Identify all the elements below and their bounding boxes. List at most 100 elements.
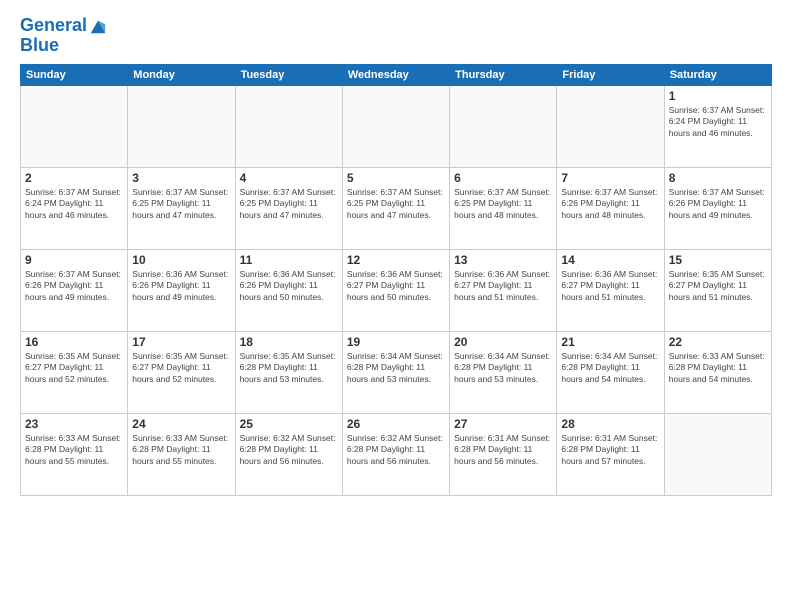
calendar-cell: 25 Sunrise: 6:32 AM Sunset: 6:28 PM Dayli… <box>235 413 342 495</box>
day-number: 27 <box>454 417 552 431</box>
week-row-3: 16 Sunrise: 6:35 AM Sunset: 6:27 PM Dayli… <box>21 331 772 413</box>
calendar-cell <box>235 85 342 167</box>
day-info: Sunrise: 6:35 AM Sunset: 6:27 PM Dayligh… <box>669 269 767 303</box>
day-info: Sunrise: 6:36 AM Sunset: 6:26 PM Dayligh… <box>132 269 230 303</box>
calendar-cell <box>664 413 771 495</box>
calendar-cell <box>21 85 128 167</box>
logo: General Blue <box>20 16 107 56</box>
day-info: Sunrise: 6:31 AM Sunset: 6:28 PM Dayligh… <box>454 433 552 467</box>
calendar-cell: 10 Sunrise: 6:36 AM Sunset: 6:26 PM Dayli… <box>128 249 235 331</box>
calendar-cell: 5 Sunrise: 6:37 AM Sunset: 6:25 PM Daylig… <box>342 167 449 249</box>
calendar-cell: 8Sunrise: 6:37 AM Sunset: 6:26 PM Daylig… <box>664 167 771 249</box>
calendar-cell: 14 Sunrise: 6:36 AM Sunset: 6:27 PM Dayli… <box>557 249 664 331</box>
page: General Blue SundayMondayTuesdayWednesda… <box>0 0 792 612</box>
calendar-cell: 1 Sunrise: 6:37 AM Sunset: 6:24 PM Daylig… <box>664 85 771 167</box>
day-number: 13 <box>454 253 552 267</box>
calendar-cell: 19 Sunrise: 6:34 AM Sunset: 6:28 PM Dayli… <box>342 331 449 413</box>
day-number: 6 <box>454 171 552 185</box>
day-number: 9 <box>25 253 123 267</box>
day-number: 7 <box>561 171 659 185</box>
calendar-cell: 2 Sunrise: 6:37 AM Sunset: 6:24 PM Daylig… <box>21 167 128 249</box>
day-number: 24 <box>132 417 230 431</box>
calendar-cell: 7 Sunrise: 6:37 AM Sunset: 6:26 PM Daylig… <box>557 167 664 249</box>
day-info: Sunrise: 6:36 AM Sunset: 6:27 PM Dayligh… <box>454 269 552 303</box>
calendar-cell <box>342 85 449 167</box>
calendar-cell: 24Sunrise: 6:33 AM Sunset: 6:28 PM Dayli… <box>128 413 235 495</box>
day-info: Sunrise: 6:34 AM Sunset: 6:28 PM Dayligh… <box>561 351 659 385</box>
day-info: Sunrise: 6:36 AM Sunset: 6:27 PM Dayligh… <box>561 269 659 303</box>
calendar-cell <box>450 85 557 167</box>
day-info: Sunrise: 6:37 AM Sunset: 6:25 PM Dayligh… <box>347 187 445 221</box>
calendar-cell: 3 Sunrise: 6:37 AM Sunset: 6:25 PM Daylig… <box>128 167 235 249</box>
calendar-cell: 20 Sunrise: 6:34 AM Sunset: 6:28 PM Dayli… <box>450 331 557 413</box>
day-info: Sunrise: 6:37 AM Sunset: 6:26 PM Dayligh… <box>25 269 123 303</box>
calendar-cell: 15 Sunrise: 6:35 AM Sunset: 6:27 PM Dayli… <box>664 249 771 331</box>
calendar-cell: 23 Sunrise: 6:33 AM Sunset: 6:28 PM Dayli… <box>21 413 128 495</box>
week-row-0: 1 Sunrise: 6:37 AM Sunset: 6:24 PM Daylig… <box>21 85 772 167</box>
calendar-cell: 13 Sunrise: 6:36 AM Sunset: 6:27 PM Dayli… <box>450 249 557 331</box>
day-header-friday: Friday <box>557 64 664 85</box>
day-number: 4 <box>240 171 338 185</box>
day-number: 14 <box>561 253 659 267</box>
day-number: 26 <box>347 417 445 431</box>
day-number: 15 <box>669 253 767 267</box>
day-number: 12 <box>347 253 445 267</box>
day-number: 2 <box>25 171 123 185</box>
day-number: 17 <box>132 335 230 349</box>
day-number: 22 <box>669 335 767 349</box>
day-info: Sunrise: 6:35 AM Sunset: 6:27 PM Dayligh… <box>132 351 230 385</box>
day-info: Sunrise: 6:32 AM Sunset: 6:28 PM Dayligh… <box>240 433 338 467</box>
day-number: 20 <box>454 335 552 349</box>
day-header-thursday: Thursday <box>450 64 557 85</box>
calendar-cell <box>557 85 664 167</box>
calendar-cell: 22Sunrise: 6:33 AM Sunset: 6:28 PM Dayli… <box>664 331 771 413</box>
day-info: Sunrise: 6:37 AM Sunset: 6:25 PM Dayligh… <box>240 187 338 221</box>
day-info: Sunrise: 6:35 AM Sunset: 6:28 PM Dayligh… <box>240 351 338 385</box>
day-number: 19 <box>347 335 445 349</box>
calendar-cell: 16Sunrise: 6:35 AM Sunset: 6:27 PM Dayli… <box>21 331 128 413</box>
day-info: Sunrise: 6:33 AM Sunset: 6:28 PM Dayligh… <box>25 433 123 467</box>
day-number: 25 <box>240 417 338 431</box>
day-info: Sunrise: 6:37 AM Sunset: 6:25 PM Dayligh… <box>132 187 230 221</box>
day-info: Sunrise: 6:37 AM Sunset: 6:24 PM Dayligh… <box>25 187 123 221</box>
calendar-cell: 17 Sunrise: 6:35 AM Sunset: 6:27 PM Dayli… <box>128 331 235 413</box>
day-header-tuesday: Tuesday <box>235 64 342 85</box>
day-info: Sunrise: 6:34 AM Sunset: 6:28 PM Dayligh… <box>454 351 552 385</box>
day-info: Sunrise: 6:37 AM Sunset: 6:26 PM Dayligh… <box>669 187 767 221</box>
week-row-4: 23 Sunrise: 6:33 AM Sunset: 6:28 PM Dayli… <box>21 413 772 495</box>
day-info: Sunrise: 6:37 AM Sunset: 6:26 PM Dayligh… <box>561 187 659 221</box>
calendar-cell: 4 Sunrise: 6:37 AM Sunset: 6:25 PM Daylig… <box>235 167 342 249</box>
calendar-cell: 26 Sunrise: 6:32 AM Sunset: 6:28 PM Dayli… <box>342 413 449 495</box>
day-info: Sunrise: 6:37 AM Sunset: 6:24 PM Dayligh… <box>669 105 767 139</box>
week-row-2: 9 Sunrise: 6:37 AM Sunset: 6:26 PM Daylig… <box>21 249 772 331</box>
calendar-cell: 12 Sunrise: 6:36 AM Sunset: 6:27 PM Dayli… <box>342 249 449 331</box>
day-number: 3 <box>132 171 230 185</box>
logo-text2: Blue <box>20 36 107 56</box>
calendar-cell: 9 Sunrise: 6:37 AM Sunset: 6:26 PM Daylig… <box>21 249 128 331</box>
day-number: 5 <box>347 171 445 185</box>
day-number: 1 <box>669 89 767 103</box>
calendar-cell <box>128 85 235 167</box>
day-number: 10 <box>132 253 230 267</box>
day-header-sunday: Sunday <box>21 64 128 85</box>
day-info: Sunrise: 6:36 AM Sunset: 6:27 PM Dayligh… <box>347 269 445 303</box>
day-number: 23 <box>25 417 123 431</box>
day-info: Sunrise: 6:36 AM Sunset: 6:26 PM Dayligh… <box>240 269 338 303</box>
day-info: Sunrise: 6:37 AM Sunset: 6:25 PM Dayligh… <box>454 187 552 221</box>
calendar-body: 1 Sunrise: 6:37 AM Sunset: 6:24 PM Daylig… <box>21 85 772 495</box>
week-row-1: 2 Sunrise: 6:37 AM Sunset: 6:24 PM Daylig… <box>21 167 772 249</box>
day-info: Sunrise: 6:34 AM Sunset: 6:28 PM Dayligh… <box>347 351 445 385</box>
calendar-cell: 27 Sunrise: 6:31 AM Sunset: 6:28 PM Dayli… <box>450 413 557 495</box>
day-number: 21 <box>561 335 659 349</box>
calendar-cell: 21 Sunrise: 6:34 AM Sunset: 6:28 PM Dayli… <box>557 331 664 413</box>
day-number: 11 <box>240 253 338 267</box>
logo-text: General <box>20 16 87 36</box>
day-header-monday: Monday <box>128 64 235 85</box>
day-number: 28 <box>561 417 659 431</box>
calendar: SundayMondayTuesdayWednesdayThursdayFrid… <box>20 64 772 496</box>
calendar-cell: 6 Sunrise: 6:37 AM Sunset: 6:25 PM Daylig… <box>450 167 557 249</box>
day-info: Sunrise: 6:32 AM Sunset: 6:28 PM Dayligh… <box>347 433 445 467</box>
day-number: 16 <box>25 335 123 349</box>
day-header-saturday: Saturday <box>664 64 771 85</box>
header: General Blue <box>20 16 772 56</box>
